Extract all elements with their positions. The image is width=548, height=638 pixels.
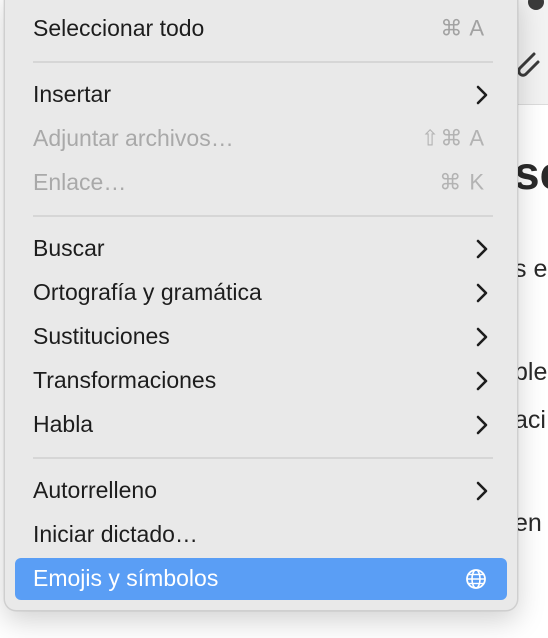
menu-item-label: Insertar: [33, 80, 111, 107]
chevron-right-icon: [476, 415, 488, 435]
menu-item-find[interactable]: Buscar: [15, 228, 507, 270]
menu-item-label: Ortografía y gramática: [33, 278, 262, 305]
menu-item-speech[interactable]: Habla: [15, 404, 507, 446]
menu-item-label: Autorrelleno: [33, 476, 158, 503]
chevron-right-icon: [476, 371, 488, 391]
menu-item-label: Adjuntar archivos…: [33, 124, 234, 151]
menu-item-label: Buscar: [33, 234, 105, 261]
menu-item-label: Enlace…: [33, 168, 127, 195]
menu-item-emoji-symbols[interactable]: Emojis y símbolos: [15, 558, 507, 600]
document-line-1: s e: [514, 255, 548, 283]
chevron-right-icon: [476, 327, 488, 347]
menu-item-transformations[interactable]: Transformaciones: [15, 360, 507, 402]
menu-separator: [33, 215, 493, 217]
menu-separator: [33, 61, 493, 63]
context-menu: Seleccionar todo ⌘ A Insertar Adjuntar a…: [4, 0, 518, 611]
document-heading-fragment: sc: [514, 147, 548, 199]
menu-item-label: Emojis y símbolos: [33, 564, 219, 591]
document-line-3: aci: [514, 406, 546, 434]
chevron-right-icon: [476, 85, 488, 105]
shortcut-label: ⇧⌘ A: [420, 125, 485, 151]
globe-icon: [466, 569, 486, 589]
menu-item-label: Sustituciones: [33, 322, 170, 349]
menu-item-label: Transformaciones: [33, 366, 217, 393]
document-line-4: en: [514, 509, 542, 537]
chevron-right-icon: [476, 481, 488, 501]
menu-item-start-dictation[interactable]: Iniciar dictado…: [15, 514, 507, 556]
menu-separator: [33, 457, 493, 459]
menu-item-select-all[interactable]: Seleccionar todo ⌘ A: [15, 8, 507, 50]
chevron-right-icon: [476, 239, 488, 259]
menu-item-link: Enlace… ⌘ K: [15, 162, 507, 204]
menu-item-insert[interactable]: Insertar: [15, 74, 507, 116]
menu-item-autofill[interactable]: Autorrelleno: [15, 470, 507, 512]
menu-item-substitutions[interactable]: Sustituciones: [15, 316, 507, 358]
menu-item-label: Seleccionar todo: [33, 14, 205, 41]
shortcut-label: ⌘ A: [440, 15, 485, 41]
menu-item-spelling-grammar[interactable]: Ortografía y gramática: [15, 272, 507, 314]
menu-item-label: Habla: [33, 410, 94, 437]
document-line-2: ble: [514, 358, 548, 386]
menu-item-label: Iniciar dictado…: [33, 520, 198, 547]
chevron-right-icon: [476, 283, 488, 303]
shortcut-label: ⌘ K: [439, 169, 485, 195]
menu-item-attach-files: Adjuntar archivos… ⇧⌘ A: [15, 118, 507, 160]
